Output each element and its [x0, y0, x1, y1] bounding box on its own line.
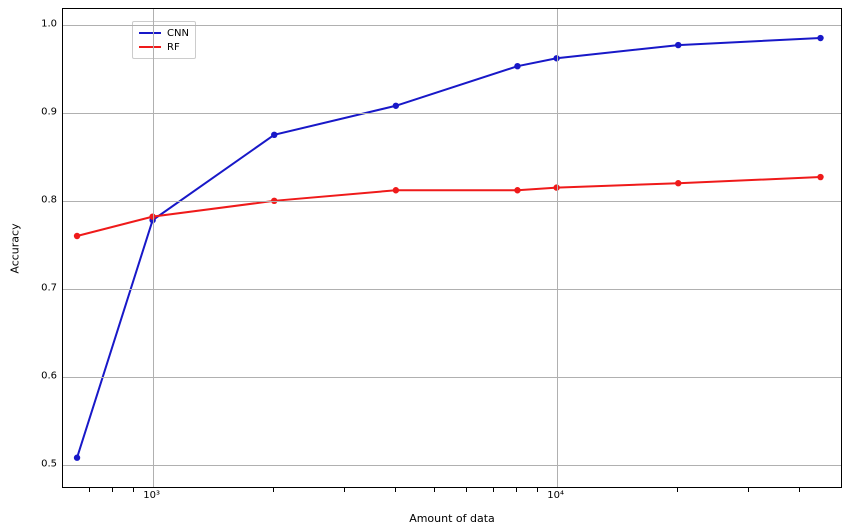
legend-swatch-rf [139, 46, 161, 48]
x-minor-tick [273, 488, 274, 492]
grid-line-h [63, 25, 841, 26]
x-minor-tick [133, 488, 134, 492]
plot-area: CNN RF [62, 8, 842, 488]
legend-entry-cnn: CNN [139, 26, 189, 40]
x-tick-label: 10³ [143, 490, 160, 501]
x-minor-tick [516, 488, 517, 492]
data-point [271, 132, 277, 138]
x-minor-tick [395, 488, 396, 492]
legend-label-rf: RF [167, 42, 180, 53]
grid-line-h [63, 113, 841, 114]
x-minor-tick [89, 488, 90, 492]
x-minor-tick [493, 488, 494, 492]
y-tick-label: 0.6 [17, 370, 57, 381]
x-tick-label: 10⁴ [547, 490, 564, 501]
data-point [393, 187, 399, 193]
x-minor-tick [537, 488, 538, 492]
chart-figure: CNN RF Amount of data Accuracy 0.5 0.6 0.7… [0, 0, 855, 529]
x-minor-tick [799, 488, 800, 492]
legend-entry-rf: RF [139, 40, 189, 54]
data-point [675, 42, 681, 48]
x-minor-tick [112, 488, 113, 492]
x-axis-label: Amount of data [62, 512, 842, 525]
y-axis-label: Accuracy [8, 8, 22, 488]
chart-svg [63, 9, 841, 487]
legend-label-cnn: CNN [167, 28, 189, 39]
grid-line-h [63, 465, 841, 466]
data-point [675, 180, 681, 186]
data-point [514, 187, 520, 193]
x-minor-tick [748, 488, 749, 492]
y-tick-label: 0.7 [17, 282, 57, 293]
data-point [514, 63, 520, 69]
y-tick-label: 0.9 [17, 106, 57, 117]
grid-line-h [63, 201, 841, 202]
data-point [817, 35, 823, 41]
series-line-cnn [77, 38, 820, 458]
grid-line-v [557, 9, 558, 487]
data-point [817, 174, 823, 180]
y-tick-label: 1.0 [17, 18, 57, 29]
x-minor-tick [466, 488, 467, 492]
x-minor-tick [344, 488, 345, 492]
grid-line-h [63, 377, 841, 378]
data-point [393, 103, 399, 109]
x-minor-tick [677, 488, 678, 492]
y-tick-label: 0.8 [17, 194, 57, 205]
legend-swatch-cnn [139, 32, 161, 34]
series-line-rf [77, 177, 820, 236]
data-point [74, 455, 80, 461]
legend: CNN RF [132, 21, 196, 59]
x-minor-tick [434, 488, 435, 492]
y-tick-label: 0.5 [17, 458, 57, 469]
data-point [74, 233, 80, 239]
grid-line-v [153, 9, 154, 487]
grid-line-h [63, 289, 841, 290]
